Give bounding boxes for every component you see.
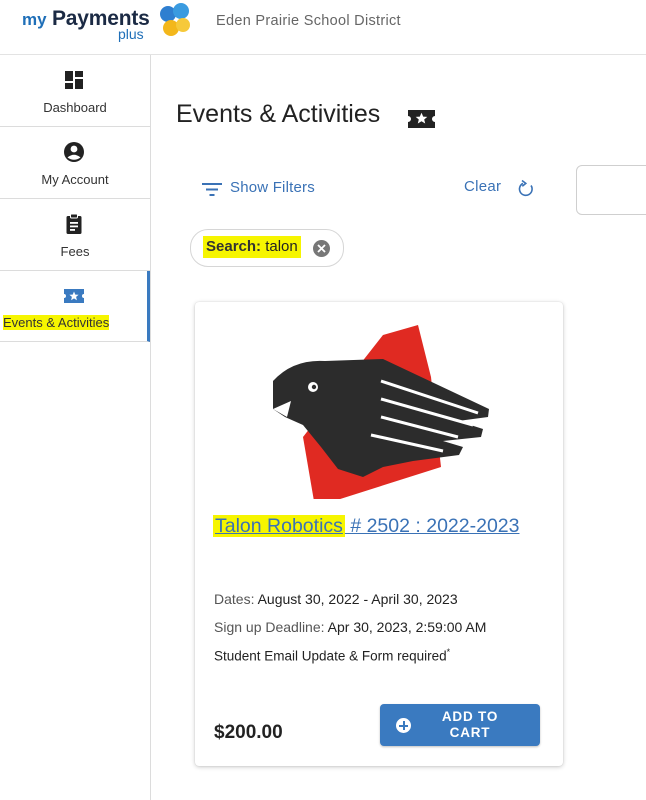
filter-list-icon [202, 183, 222, 196]
chip-value: talon [261, 238, 298, 255]
activity-card: Talon Robotics # 2502 : 2022-2023 Dates:… [195, 302, 563, 766]
deadline-label: Sign up Deadline: [214, 619, 325, 635]
active-item-label: Events & Activities [3, 315, 110, 330]
chip-text: Search: talon [203, 236, 301, 258]
talon-logo-image [273, 325, 489, 499]
sidebar-item-my-account[interactable]: My Account [0, 127, 150, 199]
activity-title-link[interactable]: Talon Robotics # 2502 : 2022-2023 [213, 515, 519, 537]
remove-chip-button[interactable] [313, 240, 330, 257]
close-icon [317, 244, 326, 253]
sidebar-item-label: Fees [60, 244, 90, 259]
dates-label: Dates: [214, 591, 255, 607]
ticket-star-icon [408, 110, 435, 128]
sidebar-item-label: Events & Activities [3, 315, 110, 330]
requirement-line: Student Email Update & Form required* [214, 647, 450, 664]
requirement-mark: * [446, 647, 451, 657]
sidebar-item-label: Dashboard [43, 100, 107, 115]
requirement-text: Student Email Update & Form required [214, 648, 447, 664]
search-filter-chip: Search: talon [190, 229, 344, 267]
sidebar-item-events-activities[interactable]: Events & Activities [0, 271, 150, 342]
dates-value: August 30, 2022 - April 30, 2023 [254, 591, 458, 607]
logo-my-text: my [22, 10, 47, 29]
dashboard-icon [65, 71, 83, 89]
add-to-cart-button[interactable]: ADD TO CART [380, 704, 540, 746]
mypaymentsplus-logo[interactable]: my Payments plus [22, 3, 202, 46]
chip-label: Search: [206, 238, 262, 255]
logo-plus-text: plus [118, 26, 144, 42]
deadline-value: Apr 30, 2023, 2:59:00 AM [324, 619, 487, 635]
app-header: my Payments plus Eden Prairie School Dis… [0, 0, 646, 55]
title-rest: # 2502 : 2022-2023 [344, 515, 520, 537]
page-title: Events & Activities [176, 100, 381, 128]
ticket-star-icon [64, 289, 84, 303]
district-name: Eden Prairie School District [216, 13, 401, 29]
add-to-cart-label: ADD TO CART [441, 709, 499, 740]
activity-title: Talon Robotics # 2502 : 2022-2023 [213, 509, 533, 543]
sidebar-nav: Dashboard My Account Fees Events & Activ… [0, 55, 151, 800]
sidebar-item-fees[interactable]: Fees [0, 199, 150, 271]
add-circle-icon [396, 718, 411, 733]
logo-mark-icon [160, 3, 190, 36]
refresh-icon [518, 179, 533, 197]
clear-filters-button[interactable]: Clear [464, 178, 533, 200]
search-input[interactable] [576, 165, 646, 215]
deadline-line: Sign up Deadline: Apr 30, 2023, 2:59:00 … [214, 619, 486, 635]
activity-price: $200.00 [214, 722, 283, 743]
clipboard-icon [66, 213, 82, 234]
clear-label: Clear [464, 178, 502, 195]
show-filters-label: Show Filters [230, 179, 315, 196]
account-circle-icon [64, 142, 84, 162]
dates-line: Dates: August 30, 2022 - April 30, 2023 [214, 591, 458, 607]
sidebar-item-label: My Account [41, 172, 109, 187]
title-highlight: Talon Robotics [213, 515, 345, 537]
sidebar-item-dashboard[interactable]: Dashboard [0, 55, 150, 127]
